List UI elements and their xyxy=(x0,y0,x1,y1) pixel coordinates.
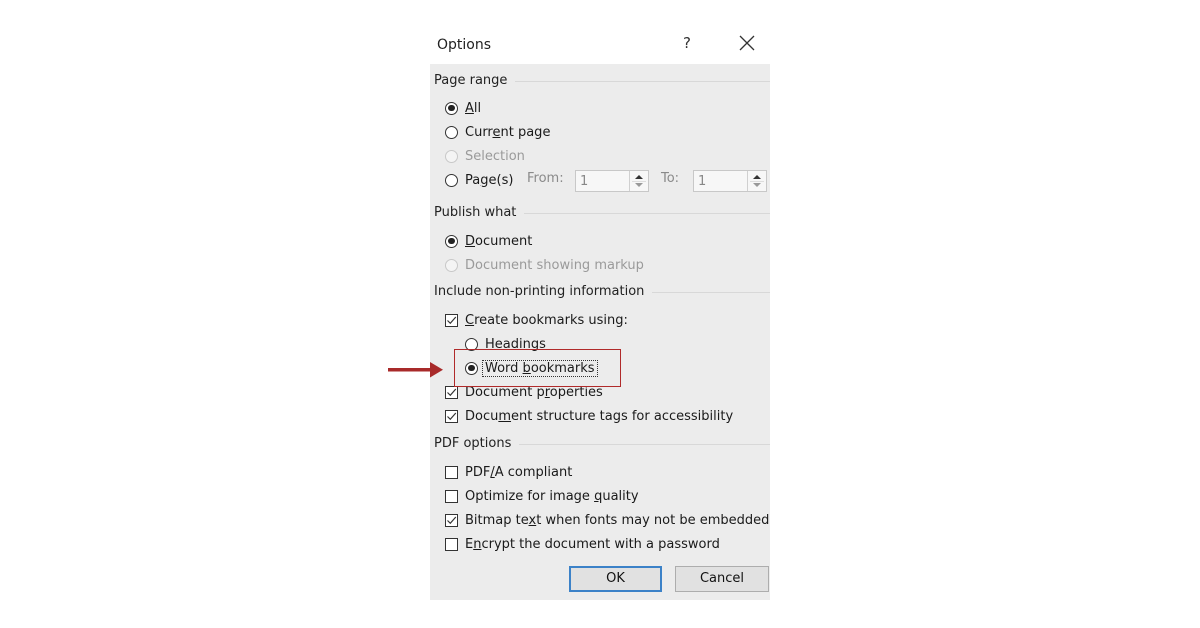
from-spinner[interactable]: 1 xyxy=(575,170,649,192)
checkmark-icon xyxy=(447,516,457,524)
to-value[interactable]: 1 xyxy=(698,174,706,189)
checkbox[interactable] xyxy=(445,465,458,479)
radio-all[interactable]: All xyxy=(445,98,481,118)
radio-label: Document xyxy=(465,233,533,249)
radio-label: Current page xyxy=(465,124,551,140)
ok-button[interactable]: OK xyxy=(569,566,662,592)
checkbox[interactable] xyxy=(445,313,458,327)
dialog-title: Options xyxy=(437,37,492,53)
checkbox[interactable] xyxy=(445,537,458,551)
radio-button[interactable] xyxy=(445,101,458,115)
checkbox-label: Bitmap text when fonts may not be embedd… xyxy=(465,512,770,528)
to-label: To: xyxy=(661,171,680,186)
spin-down-icon[interactable] xyxy=(635,183,643,187)
options-dialog: Options ? Page range All Current page Se… xyxy=(430,26,770,600)
checkmark-icon xyxy=(447,412,457,420)
title-bar: Options ? xyxy=(430,26,770,64)
publish-what-group: Publish what xyxy=(434,205,770,220)
checkbox-label: Document structure tags for accessibilit… xyxy=(465,408,734,424)
checkbox-structure-tags[interactable]: Document structure tags for accessibilit… xyxy=(445,406,733,426)
checkbox-create-bookmarks[interactable]: Create bookmarks using: xyxy=(445,310,628,330)
checkbox[interactable] xyxy=(445,489,458,503)
close-button[interactable] xyxy=(736,32,758,54)
checkmark-icon xyxy=(447,316,457,324)
non-printing-heading: Include non-printing information xyxy=(434,284,645,299)
page-range-group: Page range xyxy=(434,73,770,88)
checkbox-pdfa[interactable]: PDF/A compliant xyxy=(445,462,572,482)
checkbox-bitmap-text[interactable]: Bitmap text when fonts may not be embedd… xyxy=(445,510,769,530)
radio-document-markup: Document showing markup xyxy=(445,255,644,275)
cancel-button[interactable]: Cancel xyxy=(675,566,769,592)
radio-button[interactable] xyxy=(445,173,458,187)
radio-pages[interactable]: Page(s) xyxy=(445,170,513,190)
checkbox-label: Create bookmarks using: xyxy=(465,312,628,328)
close-icon xyxy=(739,35,755,51)
radio-label: Page(s) xyxy=(465,172,514,188)
checkmark-icon xyxy=(447,388,457,396)
radio-button[interactable] xyxy=(445,125,458,139)
page-range-heading: Page range xyxy=(434,73,508,88)
pdf-options-group: PDF options xyxy=(434,436,770,451)
radio-document[interactable]: Document xyxy=(445,231,532,251)
spin-down-icon[interactable] xyxy=(753,183,761,187)
checkbox-optimize-image[interactable]: Optimize for image quality xyxy=(445,486,639,506)
radio-label: Selection xyxy=(465,148,525,164)
checkbox-label: Encrypt the document with a password xyxy=(465,536,720,552)
annotation-arrow-icon xyxy=(388,362,443,378)
from-value[interactable]: 1 xyxy=(580,174,588,189)
pdf-options-heading: PDF options xyxy=(434,436,512,451)
checkbox[interactable] xyxy=(445,409,458,423)
radio-selection: Selection xyxy=(445,146,525,166)
radio-current-page[interactable]: Current page xyxy=(445,122,550,142)
help-button[interactable]: ? xyxy=(683,34,691,52)
radio-button xyxy=(445,149,458,163)
radio-button[interactable] xyxy=(445,234,458,248)
checkbox-label: Optimize for image quality xyxy=(465,488,639,504)
non-printing-group: Include non-printing information xyxy=(434,284,770,299)
checkbox[interactable] xyxy=(445,513,458,527)
dialog-body: Page range All Current page Selection Pa… xyxy=(430,64,770,600)
radio-label: All xyxy=(465,100,482,116)
annotation-highlight-box xyxy=(454,349,621,387)
publish-what-heading: Publish what xyxy=(434,205,517,220)
radio-button xyxy=(445,258,458,272)
checkbox[interactable] xyxy=(445,385,458,399)
checkbox-encrypt[interactable]: Encrypt the document with a password xyxy=(445,534,720,554)
spin-up-icon[interactable] xyxy=(753,175,761,179)
spin-up-icon[interactable] xyxy=(635,175,643,179)
from-label: From: xyxy=(527,171,564,186)
to-spinner[interactable]: 1 xyxy=(693,170,767,192)
checkbox-label: PDF/A compliant xyxy=(465,464,573,480)
radio-label: Document showing markup xyxy=(465,257,644,273)
